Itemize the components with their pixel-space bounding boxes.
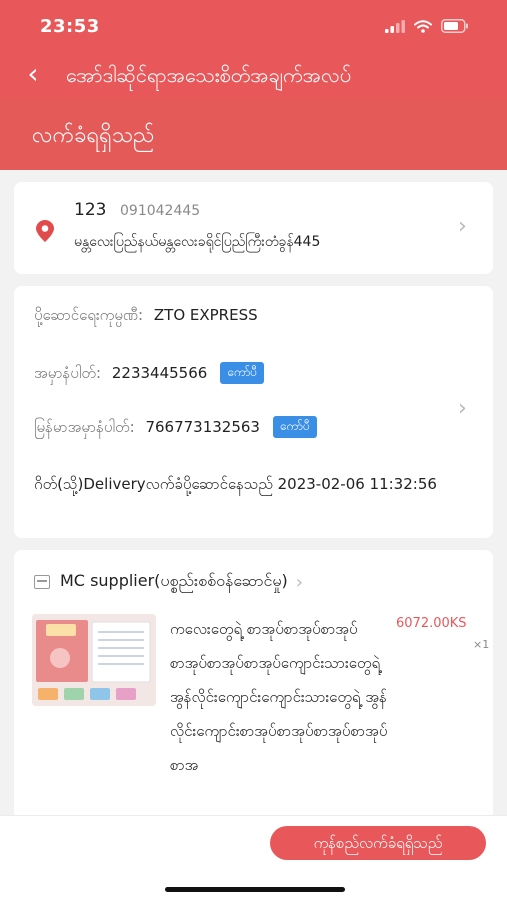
mm-tracking-number: 766773132563 — [145, 418, 260, 436]
back-button[interactable]: ‹ — [18, 56, 48, 92]
chevron-right-icon: › — [458, 396, 467, 421]
mm-tracking-label: မြန်မာအမှာနံပါတ်: — [34, 418, 135, 436]
tracking-number: 2233445566 — [111, 364, 208, 382]
tracking-row: အမှာနံပါတ်: 2233445566 ကော်ပီ — [34, 362, 265, 386]
product-name[interactable]: ကလေးတွေရဲ့ စာအုပ်စာအုပ်စာအုပ်စာအုပ်စာအုပ… — [170, 612, 390, 782]
status-icons — [385, 18, 469, 34]
chevron-right-icon: › — [458, 214, 467, 239]
mm-tracking-row: မြန်မာအမှာနံပါတ်: 766773132563 ကော်ပီ — [34, 416, 317, 440]
signal-icon — [385, 19, 405, 33]
chevron-right-icon: › — [295, 571, 303, 593]
recipient-name: 123 — [74, 200, 107, 220]
address-detail: မန္တလေးပြည်နယ်မန္တလေးခရိုင်ပြည်ကြီးတံခွန… — [74, 234, 321, 250]
bottom-action-bar: ကုန်စည်လက်ခံရရှိသည် — [0, 815, 507, 901]
product-quantity: ×1 — [473, 638, 490, 651]
tracking-label: အမှာနံပါတ်: — [34, 364, 102, 382]
confirm-receipt-button[interactable]: ကုန်စည်လက်ခံရရှိသည် — [270, 826, 486, 860]
chevron-left-icon: ‹ — [27, 57, 39, 90]
battery-icon — [441, 19, 468, 33]
page-title: အော်ဒါဆိုင်ရာအသေးစိတ်အချက်အလပ် — [66, 63, 352, 87]
recipient-phone: 091042445 — [120, 203, 201, 219]
courier-value: ZTO EXPRESS — [153, 306, 258, 324]
logistics-status: ဂိတ်(သို့)Deliveryလက်ခံပို့ဆောင်နေသည် 20… — [34, 475, 437, 493]
copy-tracking-button[interactable]: ကော်ပီ — [220, 362, 265, 384]
location-pin-icon — [36, 220, 54, 242]
product-image[interactable] — [32, 614, 156, 706]
shipping-address-card[interactable]: 123 091042445 မန္တလေးပြည်နယ်မန္တလေးခရိုင… — [14, 182, 493, 274]
header: 23:53 ‹ အော်ဒါဆိုင်ရာအသေးစိတ်အချက်အလပ် လ… — [0, 0, 507, 170]
product-image-graphic — [32, 614, 156, 706]
shop-row[interactable]: MC supplier(ပစ္စည်းစစ်ဝန်ဆောင်မှု) › — [34, 570, 303, 594]
wifi-icon — [414, 19, 432, 33]
nav-bar: ‹ အော်ဒါဆိုင်ရာအသေးစိတ်အချက်အလပ် — [0, 52, 507, 98]
logistics-card[interactable]: ပို့ဆောင်ရေးကုမ္ပဏီ: ZTO EXPRESS အမှာနံပ… — [14, 286, 493, 538]
copy-mm-tracking-button[interactable]: ကော်ပီ — [272, 416, 317, 438]
store-icon — [34, 575, 50, 589]
status-time: 23:53 — [40, 16, 100, 37]
shop-name: MC supplier(ပစ္စည်းစစ်ဝန်ဆောင်မှု) — [60, 571, 288, 590]
order-status-title: လက်ခံရရှိသည် — [32, 123, 155, 148]
home-indicator — [165, 887, 345, 892]
order-items-card: MC supplier(ပစ္စည်းစစ်ဝန်ဆောင်မှု) › ကလေ… — [14, 550, 493, 840]
product-price: 6072.00KS — [396, 616, 467, 631]
status-bar: 23:53 — [0, 0, 507, 50]
courier-label: ပို့ဆောင်ရေးကုမ္ပဏီ: — [34, 306, 144, 324]
order-status-banner: လက်ခံရရှိသည် — [0, 98, 507, 170]
courier-row: ပို့ဆောင်ရေးကုမ္ပဏီ: ZTO EXPRESS — [34, 306, 258, 328]
